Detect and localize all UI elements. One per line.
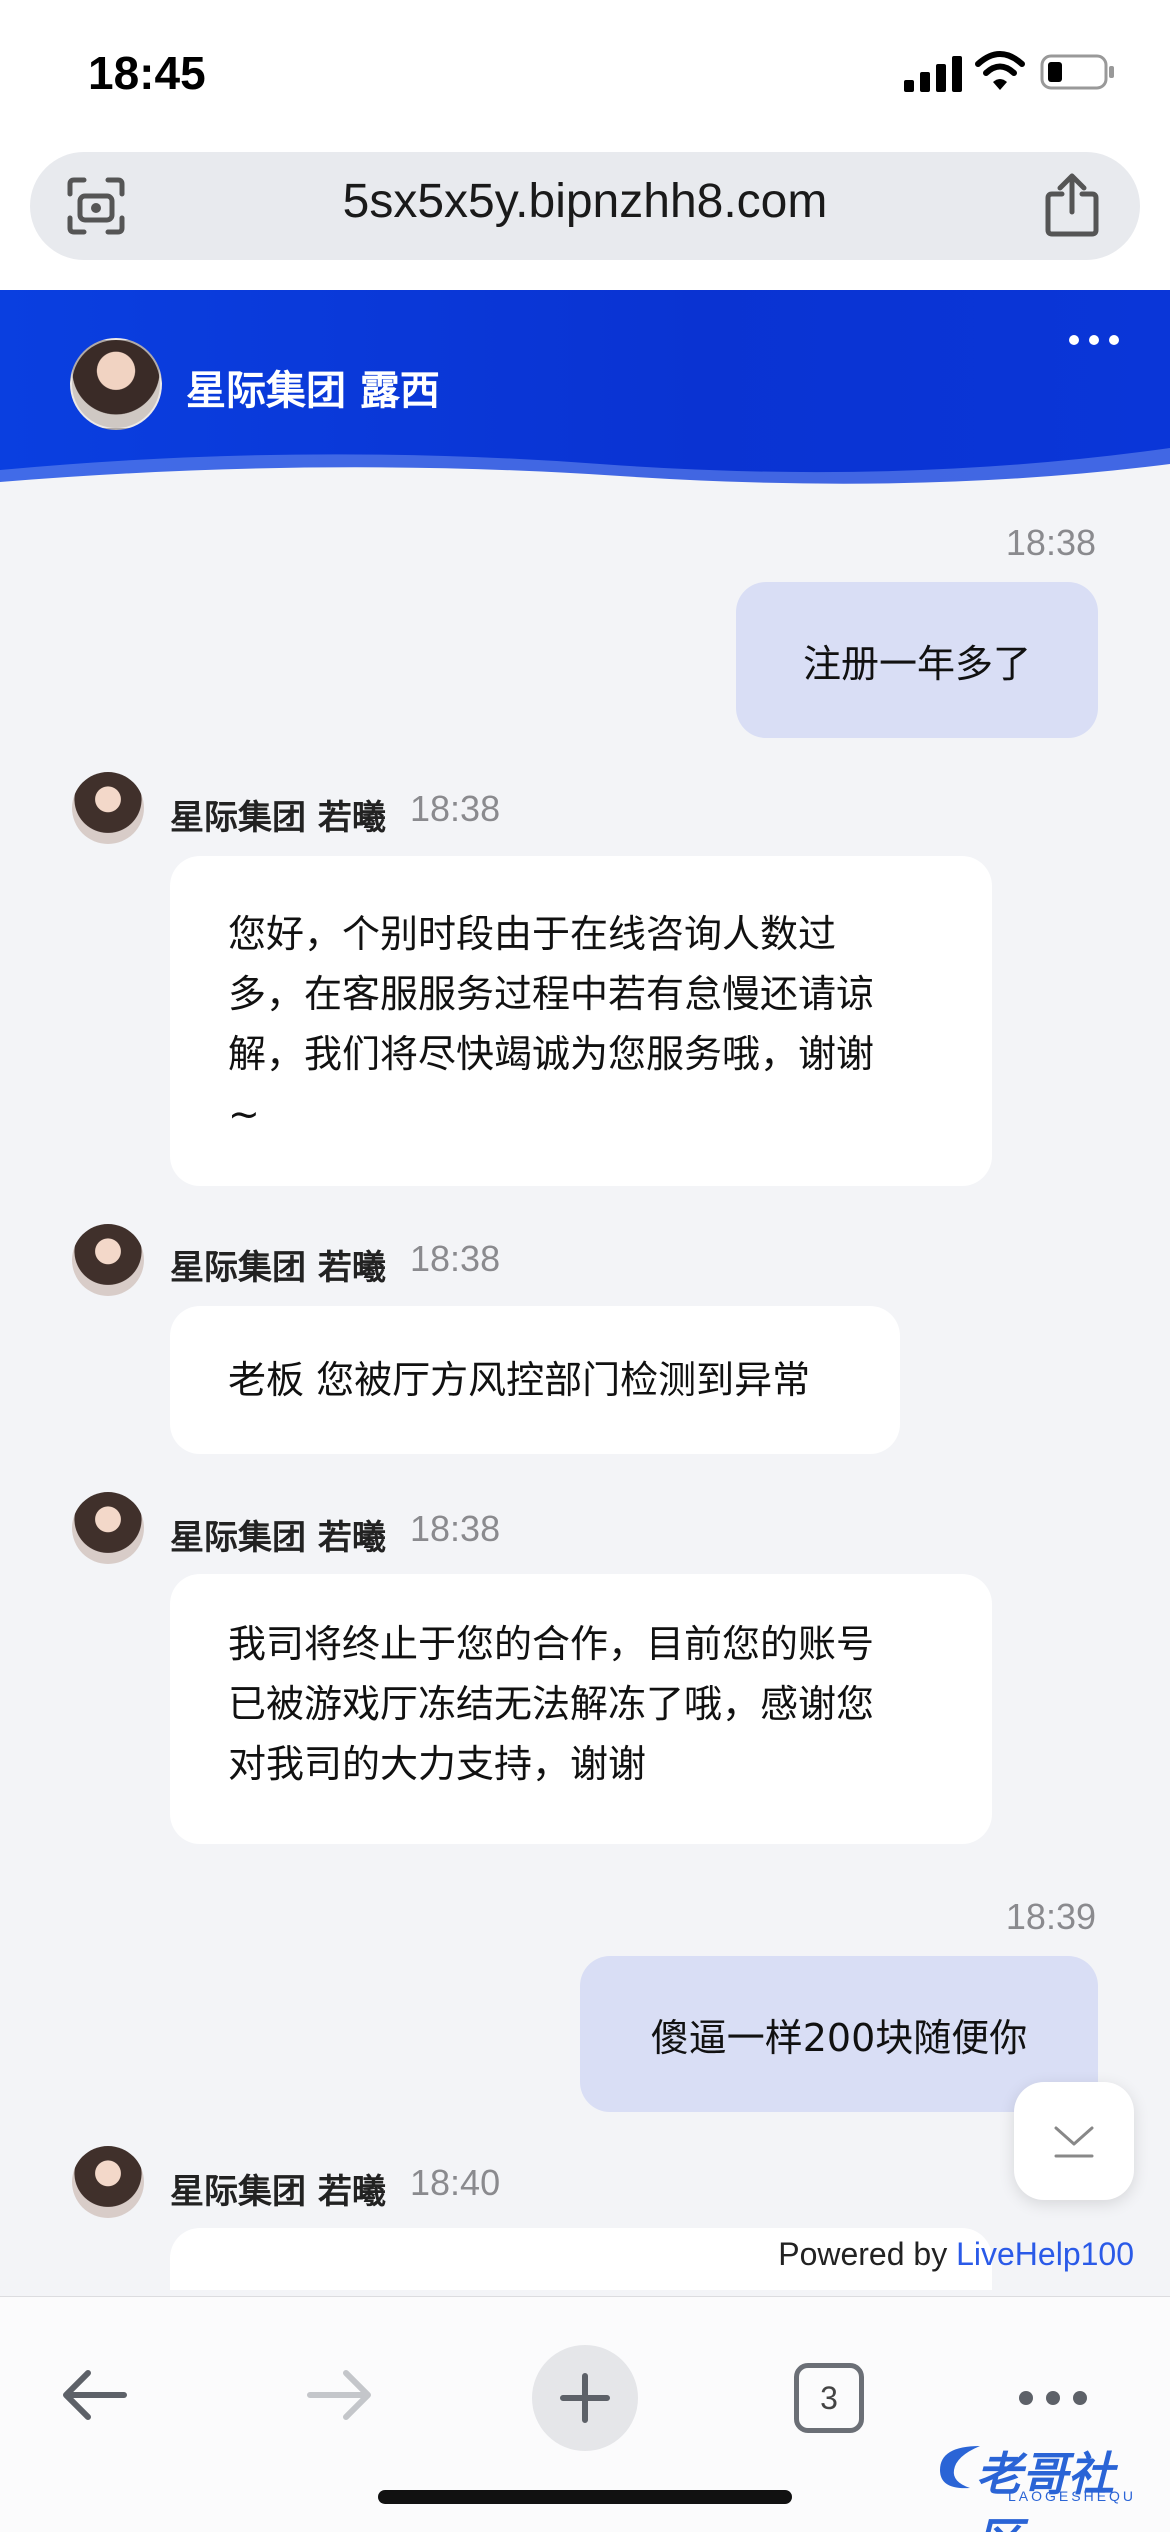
forward-arrow-icon[interactable] xyxy=(304,2367,374,2423)
avatar xyxy=(72,2146,144,2218)
message-timestamp: 18:38 xyxy=(1005,522,1096,563)
chat-messages[interactable]: 18:38 注册一年多了 星际集团 若曦 18:38 您好，个别时段由于在线咨询… xyxy=(0,500,1170,2290)
plus-icon xyxy=(560,2373,610,2423)
status-bar: 18:45 xyxy=(0,0,1170,140)
powered-brand-link[interactable]: LiveHelp100 xyxy=(956,2236,1134,2272)
incoming-message: 老板 您被厅方风控部门检测到异常 xyxy=(170,1306,900,1454)
message-line: 解，我们将尽快竭诚为您服务哦，谢谢 xyxy=(228,1032,875,1076)
message-line: 您好，个别时段由于在线咨询人数过 xyxy=(228,912,837,956)
chat-title: 星际集团 露西 xyxy=(186,368,440,414)
avatar xyxy=(72,772,144,844)
chevron-down-icon xyxy=(1054,2126,1094,2158)
browser-address-area: 5sx5x5y.bipnzhh8.com xyxy=(0,140,1170,290)
message-line: 老板 您被厅方风控部门检测到异常 xyxy=(228,1358,811,1402)
message-line: 多，在客服服务过程中若有怠慢还请谅 xyxy=(228,972,875,1016)
signal-icon xyxy=(904,56,962,92)
sender-name: 星际集团 若曦 xyxy=(170,798,386,838)
sender-name: 星际集团 若曦 xyxy=(170,1248,386,1288)
agent-avatar xyxy=(70,338,162,430)
more-icon[interactable] xyxy=(1066,330,1122,350)
incoming-message: 我司将终止于您的合作，目前您的账号 已被游戏厅冻结无法解冻了哦，感谢您 对我司的… xyxy=(170,1574,992,1844)
outgoing-message: 傻逼一样200块随便你 xyxy=(580,1956,1098,2112)
address-bar[interactable]: 5sx5x5y.bipnzhh8.com xyxy=(30,152,1140,260)
message-timestamp: 18:38 xyxy=(410,788,501,829)
powered-by: Powered by LiveHelp100 xyxy=(778,2236,1134,2273)
header-wave xyxy=(0,448,1170,500)
incoming-message: 您好，个别时段由于在线咨询人数过 多，在客服服务过程中若有怠慢还请谅 解，我们将… xyxy=(170,856,992,1186)
avatar xyxy=(72,1224,144,1296)
message-line: ~ xyxy=(228,1092,260,1136)
share-icon[interactable] xyxy=(1042,172,1102,238)
url-text[interactable]: 5sx5x5y.bipnzhh8.com xyxy=(30,174,1140,229)
message-line: 已被游戏厅冻结无法解冻了哦，感谢您 xyxy=(228,1682,875,1726)
sender-name: 星际集团 若曦 xyxy=(170,2172,386,2212)
message-timestamp: 18:38 xyxy=(410,1508,501,1549)
message-timestamp: 18:38 xyxy=(410,1238,501,1279)
watermark-subtext: LAOGESHEQU xyxy=(1008,2488,1137,2504)
message-text: 注册一年多了 xyxy=(802,641,1031,686)
status-time: 18:45 xyxy=(88,47,206,99)
back-arrow-icon[interactable] xyxy=(60,2367,130,2423)
message-text: 傻逼一样200块随便你 xyxy=(650,2015,1028,2060)
message-timestamp: 18:39 xyxy=(1005,1896,1096,1937)
watermark-text: 老哥社区 xyxy=(976,2447,1114,2532)
powered-prefix: Powered by xyxy=(778,2236,957,2272)
avatar xyxy=(72,1492,144,1564)
home-indicator xyxy=(378,2490,792,2504)
chat-header: 星际集团 露西 xyxy=(0,290,1170,500)
tabs-icon[interactable]: 3 xyxy=(794,2363,864,2433)
new-tab-button[interactable] xyxy=(532,2345,638,2451)
watermark: 老哥社区 LAOGESHEQU xyxy=(930,2430,1150,2532)
battery-icon xyxy=(1040,54,1114,90)
outgoing-message: 注册一年多了 xyxy=(736,582,1098,738)
ellipsis-icon[interactable] xyxy=(1016,2387,1090,2409)
wifi-icon xyxy=(975,51,1025,90)
message-timestamp: 18:40 xyxy=(410,2162,501,2203)
sender-name: 星际集团 若曦 xyxy=(170,1518,386,1558)
scroll-to-bottom-button[interactable] xyxy=(1014,2082,1134,2200)
message-line: 我司将终止于您的合作，目前您的账号 xyxy=(228,1622,875,1666)
message-line: 对我司的大力支持，谢谢 xyxy=(228,1742,647,1786)
